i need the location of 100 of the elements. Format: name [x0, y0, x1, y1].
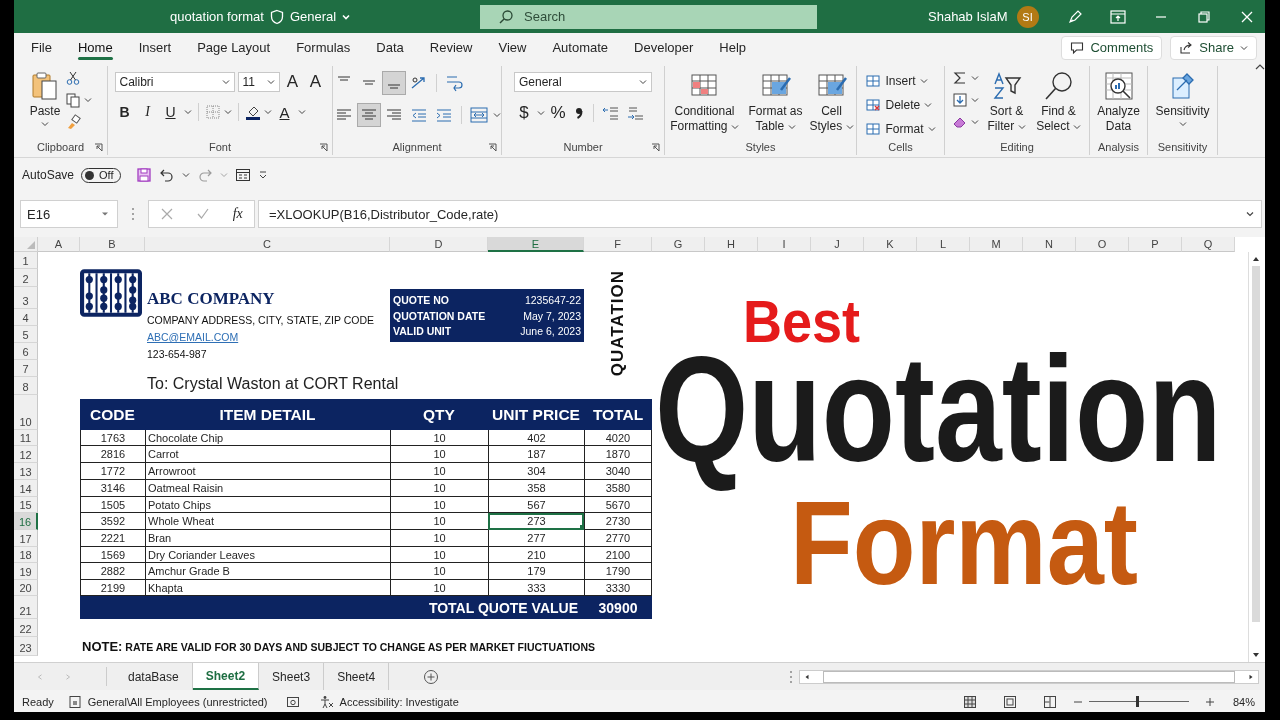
row-header[interactable]: 6: [14, 343, 38, 360]
fill-down-icon[interactable]: [951, 92, 968, 108]
font-name-dropdown[interactable]: Calibri: [114, 72, 235, 92]
row-header[interactable]: 7: [14, 360, 38, 377]
formula-field[interactable]: =XLOOKUP(B16,Distributor_Code,rate): [258, 200, 1262, 228]
column-header[interactable]: O: [1076, 237, 1129, 252]
column-header[interactable]: N: [1023, 237, 1076, 252]
row-header[interactable]: 8: [14, 377, 38, 395]
column-header[interactable]: I: [758, 237, 811, 252]
ribbon-tab[interactable]: Insert: [125, 35, 185, 60]
ribbon-tab[interactable]: File: [18, 35, 65, 60]
text-style-button[interactable]: B: [114, 102, 135, 122]
cells-button[interactable]: Format: [865, 118, 936, 139]
row-header[interactable]: 1: [14, 252, 38, 269]
percent-button[interactable]: %: [548, 103, 568, 123]
sheet-tab[interactable]: Sheet2: [192, 663, 260, 690]
column-header[interactable]: A: [38, 237, 80, 252]
font-size-dropdown[interactable]: 11: [237, 72, 280, 92]
row-header[interactable]: 4: [14, 309, 38, 326]
row-header[interactable]: 18: [14, 547, 38, 563]
comments-button[interactable]: Comments: [1061, 35, 1163, 60]
row-header[interactable]: 21: [14, 596, 38, 619]
row-header[interactable]: 23: [14, 637, 38, 656]
collapse-ribbon-icon[interactable]: [1255, 62, 1265, 72]
expand-icon[interactable]: [1245, 209, 1255, 219]
share-button[interactable]: Share: [1170, 35, 1257, 60]
styles-button[interactable]: Cell Styles: [809, 68, 854, 134]
accessibility-status[interactable]: Accessibility: Investigate: [339, 695, 459, 708]
vertical-align-icon[interactable]: [383, 72, 405, 94]
text-style-button[interactable]: I: [137, 102, 158, 122]
row-header[interactable]: 17: [14, 530, 38, 547]
customize-icon[interactable]: [257, 170, 268, 180]
table-cell[interactable]: 210: [488, 547, 584, 563]
font-color-button[interactable]: A: [274, 102, 295, 122]
column-header[interactable]: F: [584, 237, 652, 252]
zoom-in-icon[interactable]: [1204, 696, 1215, 707]
column-header[interactable]: P: [1129, 237, 1182, 252]
column-header[interactable]: H: [705, 237, 758, 252]
cells-button[interactable]: Delete: [865, 94, 933, 115]
row-header[interactable]: 22: [14, 619, 38, 637]
fill-color-icon[interactable]: [244, 104, 261, 120]
column-header[interactable]: L: [917, 237, 970, 252]
column-header[interactable]: M: [970, 237, 1023, 252]
table-cell[interactable]: 402: [488, 430, 584, 446]
text-style-button[interactable]: U: [160, 102, 181, 122]
horizontal-align-icon[interactable]: [358, 104, 380, 126]
column-header[interactable]: C: [145, 237, 390, 252]
sensitivity-button[interactable]: Sensitivity: [1151, 68, 1214, 127]
cells-button[interactable]: Insert: [865, 70, 928, 91]
paste-button[interactable]: Paste: [29, 68, 61, 127]
checkmark-icon[interactable]: [196, 207, 211, 221]
copy-icon[interactable]: [65, 92, 81, 108]
document-label-icon[interactable]: [67, 694, 82, 709]
accessibility-icon[interactable]: [319, 694, 334, 709]
styles-button[interactable]: Format as Table: [745, 68, 806, 134]
ribbon-tab[interactable]: Review: [416, 35, 486, 60]
vertical-scrollbar[interactable]: [1248, 252, 1262, 662]
ribbon-tab[interactable]: Home: [64, 35, 126, 60]
add-sheet-icon[interactable]: [423, 668, 440, 685]
row-header[interactable]: 14: [14, 480, 38, 497]
row-header[interactable]: 3: [14, 287, 38, 309]
normal-view-icon[interactable]: [962, 694, 977, 709]
column-header[interactable]: J: [811, 237, 864, 252]
row-header[interactable]: 15: [14, 497, 38, 513]
scroll-down-icon[interactable]: [1251, 652, 1260, 658]
paintbrush-icon[interactable]: [65, 114, 81, 130]
column-header[interactable]: Q: [1182, 237, 1235, 252]
ribbon-tab[interactable]: Page Layout: [184, 35, 284, 60]
name-box[interactable]: E16: [20, 200, 118, 228]
ribbon-tab[interactable]: Formulas: [283, 35, 364, 60]
form-icon[interactable]: [234, 167, 251, 183]
ribbon-tab[interactable]: Automate: [539, 35, 622, 60]
column-header[interactable]: D: [390, 237, 488, 252]
column-header[interactable]: E: [488, 237, 584, 252]
insert-function-button[interactable]: fx: [232, 206, 243, 222]
row-header[interactable]: 13: [14, 463, 38, 480]
scroll-right-icon[interactable]: [1247, 673, 1255, 680]
ribbon-tab[interactable]: Help: [706, 35, 760, 60]
column-header[interactable]: G: [652, 237, 705, 252]
row-header[interactable]: 12: [14, 446, 38, 463]
row-header[interactable]: 5: [14, 326, 38, 343]
table-cell[interactable]: 304: [488, 463, 584, 480]
merge-cells-icon[interactable]: [468, 104, 490, 126]
table-cell[interactable]: 273: [488, 513, 584, 530]
row-header[interactable]: 20: [14, 580, 38, 596]
ribbon-tab[interactable]: Data: [363, 35, 417, 60]
sensitivity-status[interactable]: General\All Employees (unrestricted): [87, 695, 268, 708]
column-header[interactable]: B: [80, 237, 145, 252]
user-avatar[interactable]: SI: [1016, 5, 1039, 28]
table-cell[interactable]: 358: [488, 480, 584, 497]
email-link[interactable]: ABC@EMAIL.COM: [145, 331, 239, 343]
macro-icon[interactable]: [285, 694, 300, 709]
sum-icon[interactable]: [951, 70, 968, 86]
editing-button[interactable]: Sort & Filter: [982, 68, 1031, 134]
column-header[interactable]: K: [864, 237, 917, 252]
row-header[interactable]: 11: [14, 430, 38, 446]
page-break-icon[interactable]: [1042, 694, 1057, 709]
ribbon-display-icon[interactable]: [1108, 7, 1127, 26]
dialog-launcher-icon[interactable]: [319, 143, 328, 152]
analyze-data-button[interactable]: Analyze Data: [1095, 68, 1142, 134]
